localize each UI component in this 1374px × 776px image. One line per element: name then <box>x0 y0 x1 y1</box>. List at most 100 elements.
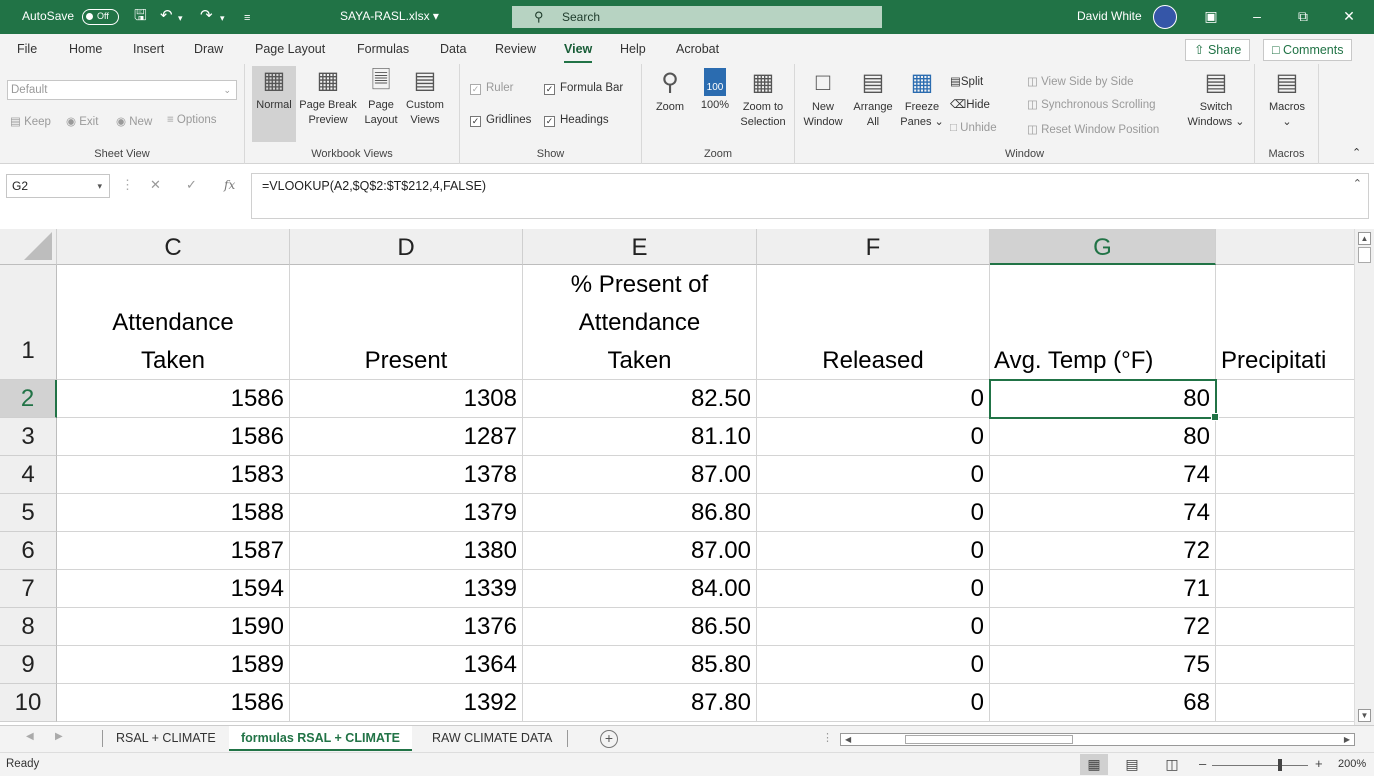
zoom-out-icon[interactable]: – <box>1199 756 1206 771</box>
header-cell-percent-present[interactable]: % Present of Attendance Taken <box>523 265 757 380</box>
ribbon-display-icon[interactable]: ▣ <box>1188 0 1234 34</box>
row-header[interactable]: 4 <box>0 456 57 494</box>
header-cell-attendance-taken[interactable]: Attendance Taken <box>57 265 290 380</box>
redo-dropdown-icon[interactable]: ▾ <box>220 9 225 27</box>
splitter-handle-icon[interactable]: ⋮ <box>822 731 833 744</box>
cell-d[interactable]: 1392 <box>290 684 523 722</box>
cell-f[interactable]: 0 <box>757 380 990 418</box>
row-header[interactable]: 6 <box>0 532 57 570</box>
tab-file[interactable]: File <box>17 42 37 56</box>
row-header[interactable]: 10 <box>0 684 57 722</box>
tab-scroll-left-icon[interactable]: ◀ <box>26 731 34 742</box>
switch-windows-button[interactable]: ▤ Switch Windows ⌄ <box>1183 68 1249 130</box>
cell-c[interactable]: 1588 <box>57 494 290 532</box>
cell-g[interactable]: 72 <box>990 532 1216 570</box>
split-button[interactable]: ▤Split <box>950 74 983 88</box>
column-header-g[interactable]: G <box>990 229 1216 265</box>
cell-c[interactable]: 1587 <box>57 532 290 570</box>
cell-f[interactable]: 0 <box>757 456 990 494</box>
cell-h[interactable] <box>1216 570 1354 608</box>
zoom-slider-track[interactable] <box>1212 765 1308 766</box>
row-header[interactable]: 2 <box>0 380 57 418</box>
new-view-button[interactable]: ◉ New <box>116 114 152 128</box>
column-header-h[interactable] <box>1216 229 1354 265</box>
sheet-tab-formulas-rsal-climate[interactable]: formulas RSAL + CLIMATE <box>229 726 412 751</box>
column-header-f[interactable]: F <box>757 229 990 265</box>
minimize-icon[interactable]: – <box>1234 0 1280 34</box>
tab-help[interactable]: Help <box>620 42 646 56</box>
h-scroll-thumb[interactable] <box>905 735 1073 744</box>
formula-bar-checkbox[interactable]: ✓ Formula Bar <box>544 82 623 95</box>
arrange-all-button[interactable]: ▤ Arrange All <box>850 68 896 130</box>
vertical-scrollbar[interactable]: ▲ ▼ <box>1354 229 1374 725</box>
cell-c[interactable]: 1590 <box>57 608 290 646</box>
customize-qat-icon[interactable]: ≡ <box>244 9 250 27</box>
cell-e[interactable]: 86.50 <box>523 608 757 646</box>
row-header[interactable]: 9 <box>0 646 57 684</box>
cell-h[interactable] <box>1216 646 1354 684</box>
keep-button[interactable]: ▤ Keep <box>10 114 51 128</box>
cell-d[interactable]: 1287 <box>290 418 523 456</box>
hide-button[interactable]: ⌫Hide <box>950 97 990 111</box>
cell-e[interactable]: 87.00 <box>523 456 757 494</box>
cell-h[interactable] <box>1216 532 1354 570</box>
undo-icon[interactable]: ↶ <box>160 7 173 25</box>
cell-f[interactable]: 0 <box>757 684 990 722</box>
ruler-checkbox[interactable]: ✓ Ruler <box>470 82 513 95</box>
cell-e[interactable]: 87.00 <box>523 532 757 570</box>
zoom-in-icon[interactable]: + <box>1315 756 1323 771</box>
tab-insert[interactable]: Insert <box>133 42 164 56</box>
cell-c[interactable]: 1589 <box>57 646 290 684</box>
custom-views-button[interactable]: ▤ Custom Views <box>403 66 447 128</box>
column-header-e[interactable]: E <box>523 229 757 265</box>
autosave-toggle[interactable]: Off <box>82 9 119 25</box>
cell-g[interactable]: 74 <box>990 494 1216 532</box>
row-header[interactable]: 7 <box>0 570 57 608</box>
row-header[interactable]: 5 <box>0 494 57 532</box>
cell-d[interactable]: 1308 <box>290 380 523 418</box>
row-header[interactable]: 8 <box>0 608 57 646</box>
select-all-button[interactable] <box>0 229 57 265</box>
options-button[interactable]: ≡ Options <box>167 114 217 126</box>
save-icon[interactable]: 🖫 <box>134 7 147 25</box>
search-box[interactable]: ⚲ Search <box>512 6 882 28</box>
insert-function-icon[interactable]: fx <box>224 174 235 198</box>
header-cell-released[interactable]: Released <box>757 265 990 380</box>
enter-icon[interactable]: ✓ <box>186 174 197 198</box>
scroll-left-icon[interactable]: ◀ <box>845 734 851 745</box>
zoom-button[interactable]: ⚲ Zoom <box>650 68 690 115</box>
sheet-view-dropdown[interactable]: Default ⌄ <box>7 80 237 100</box>
name-box[interactable]: G2 ▾ <box>6 174 110 198</box>
redo-icon[interactable]: ↷ <box>200 7 213 25</box>
add-sheet-icon[interactable]: + <box>600 730 618 748</box>
cell-d[interactable]: 1376 <box>290 608 523 646</box>
cell-g[interactable]: 71 <box>990 570 1216 608</box>
page-layout-button[interactable]: 🗏 Page Layout <box>361 66 401 128</box>
cell-e[interactable]: 84.00 <box>523 570 757 608</box>
cell-g[interactable]: 72 <box>990 608 1216 646</box>
cell-e[interactable]: 87.80 <box>523 684 757 722</box>
page-break-preview-button[interactable]: ▦ Page Break Preview <box>299 66 357 128</box>
cell-g[interactable]: 80 <box>990 418 1216 456</box>
cell-f[interactable]: 0 <box>757 570 990 608</box>
header-cell-present[interactable]: Present <box>290 265 523 380</box>
cell-f[interactable]: 0 <box>757 608 990 646</box>
undo-dropdown-icon[interactable]: ▾ <box>178 9 183 27</box>
reset-window-position-button[interactable]: ◫ Reset Window Position <box>1027 122 1159 136</box>
cell-f[interactable]: 0 <box>757 418 990 456</box>
comments-button[interactable]: □ Comments <box>1263 39 1353 61</box>
page-layout-view-icon[interactable]: ▤ <box>1118 754 1146 775</box>
tab-review[interactable]: Review <box>495 42 536 56</box>
normal-view-icon[interactable]: ▦ <box>1080 754 1108 775</box>
cell-c[interactable]: 1586 <box>57 684 290 722</box>
cell-d[interactable]: 1380 <box>290 532 523 570</box>
cell-e[interactable]: 85.80 <box>523 646 757 684</box>
share-button[interactable]: ⇧ Share <box>1185 39 1251 61</box>
cell-g[interactable]: 74 <box>990 456 1216 494</box>
row-header[interactable]: 1 <box>0 265 57 380</box>
cell-d[interactable]: 1339 <box>290 570 523 608</box>
header-cell-precipitation[interactable]: Precipitati <box>1216 265 1354 380</box>
formula-input[interactable]: =VLOOKUP(A2,$Q$2:$T$212,4,FALSE) ⌃ <box>251 173 1369 219</box>
tab-scroll-right-icon[interactable]: ▶ <box>55 731 63 742</box>
user-name[interactable]: David White <box>1077 0 1142 34</box>
